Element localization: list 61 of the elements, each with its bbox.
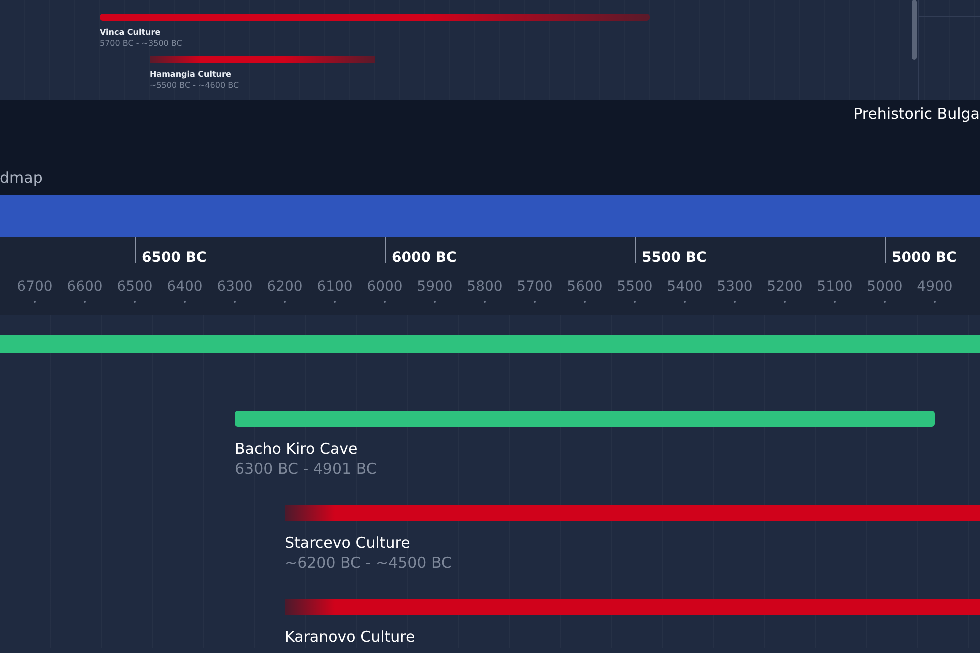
item-name: Karanovo Culture (285, 627, 416, 647)
tick-dot (434, 301, 436, 303)
timeline-bar[interactable] (100, 14, 650, 21)
tick-dot (584, 301, 586, 303)
major-tick-label: 5500 BC (642, 250, 707, 266)
tick-label: 6700 (16, 279, 54, 295)
item-dates: 5700 BC - ~3500 BC (100, 38, 182, 49)
tick-dot (534, 301, 536, 303)
tick-dot (484, 301, 486, 303)
tick-label: 6500 (116, 279, 154, 295)
tick-label: 5600 (566, 279, 604, 295)
item-name: Hamangia Culture (150, 70, 232, 80)
tick-label: 5900 (416, 279, 454, 295)
tick-label: 6100 (316, 279, 354, 295)
timeline-subtitle: dmap (0, 169, 44, 187)
major-tick-label: 6500 BC (142, 250, 207, 266)
tick-label: 5000 (866, 279, 904, 295)
item-dates: ~6200 BC - ~4500 BC (285, 553, 452, 573)
item-dates: 6300 BC - 4901 BC (235, 459, 377, 479)
tick-label: 5100 (816, 279, 854, 295)
major-tick (385, 237, 386, 263)
tick-label: 5400 (666, 279, 704, 295)
major-tick-label: 5000 BC (892, 250, 957, 266)
tick-label: 5700 (516, 279, 554, 295)
tick-label: 6400 (166, 279, 204, 295)
tick-label: 6000 (366, 279, 404, 295)
tick-label: 4900 (916, 279, 954, 295)
tick-label: 5800 (466, 279, 504, 295)
tick-dot (784, 301, 786, 303)
tick-label: 6300 (216, 279, 254, 295)
tick-dot (384, 301, 386, 303)
major-tick (885, 237, 886, 263)
tick-dot (284, 301, 286, 303)
tick-dot (184, 301, 186, 303)
tick-dot (34, 301, 36, 303)
item-name: Bacho Kiro Cave (235, 439, 358, 459)
tick-dot (84, 301, 86, 303)
tick-dot (834, 301, 836, 303)
tick-dot (134, 301, 136, 303)
tick-dot (934, 301, 936, 303)
tick-dot (334, 301, 336, 303)
item-name: Starcevo Culture (285, 533, 410, 553)
tick-label: 5200 (766, 279, 804, 295)
scrollbar-thumb[interactable] (912, 0, 917, 60)
timeline-bar[interactable] (150, 56, 375, 63)
tick-label: 6600 (66, 279, 104, 295)
tick-label: 5300 (716, 279, 754, 295)
major-tick (135, 237, 136, 263)
tick-dot (684, 301, 686, 303)
tick-label: 6200 (266, 279, 304, 295)
timeline-title: Prehistoric Bulga (854, 105, 980, 123)
item-name: Vinca Culture (100, 28, 161, 38)
item-dates: ~5500 BC - ~4600 BC (150, 80, 240, 91)
tick-dot (234, 301, 236, 303)
tick-dot (734, 301, 736, 303)
tick-dot (634, 301, 636, 303)
major-tick (635, 237, 636, 263)
timeline-bar[interactable] (285, 505, 980, 521)
tick-label: 5500 (616, 279, 654, 295)
tick-dot (884, 301, 886, 303)
major-tick-label: 6000 BC (392, 250, 457, 266)
